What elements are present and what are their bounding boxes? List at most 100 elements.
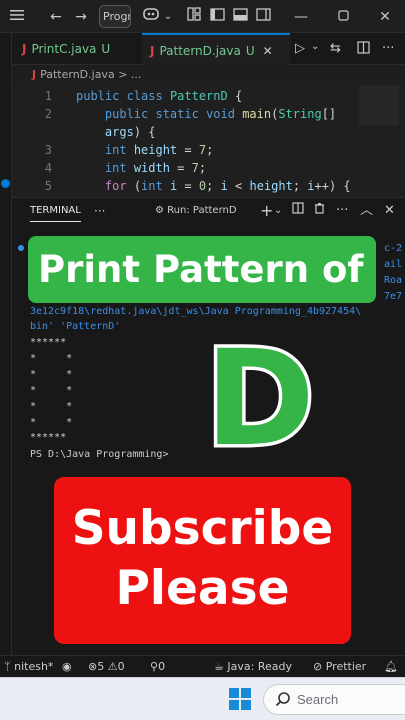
command-decoration-icon xyxy=(18,245,24,251)
taskbar-search[interactable]: Search xyxy=(263,684,405,715)
code-token: i xyxy=(307,179,315,193)
prettier-status[interactable]: ⊘ Prettier xyxy=(313,656,366,677)
title-banner: Print Pattern of xyxy=(28,236,376,303)
code-token: int xyxy=(104,161,134,175)
windows-taskbar: Search xyxy=(0,677,405,720)
code-line: 4 int width = 7; xyxy=(12,159,392,177)
command-center[interactable]: Progr xyxy=(99,5,131,28)
terminal-line: ****** xyxy=(30,337,67,348)
more-actions-icon[interactable]: ··· xyxy=(336,198,348,224)
terminal-line: * * xyxy=(30,401,73,412)
tab-printc[interactable]: J PrintC.java U xyxy=(22,33,138,65)
new-terminal-icon[interactable]: + xyxy=(260,198,273,224)
java-cup-icon: ☕ xyxy=(214,660,224,673)
code-token: < xyxy=(227,179,250,193)
trash-icon[interactable] xyxy=(314,198,325,224)
more-actions-icon[interactable]: ··· xyxy=(382,41,394,56)
error-count: 5 xyxy=(97,660,105,673)
subscribe-banner: Subscribe Please xyxy=(54,477,351,644)
code-token: height xyxy=(133,143,178,157)
chevron-down-icon[interactable]: ⌄ xyxy=(157,6,179,28)
code-token: { xyxy=(227,89,243,103)
windows-start-icon[interactable] xyxy=(229,688,251,710)
code-token: main xyxy=(242,107,272,121)
sidebar-icon[interactable] xyxy=(206,6,228,28)
letter-d-graphic: D xyxy=(205,328,315,458)
terminal-text-fragment: 7e7 xyxy=(383,291,402,302)
secondary-sidebar-icon[interactable] xyxy=(252,6,274,28)
terminal-line: * * xyxy=(30,385,73,396)
code-text: for (int i = 0; i < height; i++) { xyxy=(76,177,351,195)
debug-icon: ⚙ xyxy=(155,205,164,216)
code-line: 5 for (int i = 0; i < height; i++) { xyxy=(12,177,392,195)
code-token: ; xyxy=(292,179,308,193)
terminal-line: 3e12c9f18\redhat.java\jdt_ws\Java Progra… xyxy=(30,306,362,317)
terminal-line: * * xyxy=(30,353,73,364)
split-terminal-icon[interactable] xyxy=(292,198,304,224)
java-file-icon: J xyxy=(32,68,37,81)
code-token: for xyxy=(104,179,134,193)
terminal-text-fragment: Roa xyxy=(383,275,402,286)
run-icon[interactable]: ▷ xyxy=(295,41,305,56)
branch-status[interactable]: ᛘ nitesh* xyxy=(4,656,53,677)
panel-icon[interactable] xyxy=(229,6,251,28)
terminal-line: ****** xyxy=(30,432,67,443)
code-token: ; xyxy=(206,179,221,193)
split-editor-icon[interactable] xyxy=(357,41,370,58)
sync-icon[interactable]: ◉ xyxy=(62,656,72,677)
code-token: ; xyxy=(198,161,207,175)
tab-label: PatternD.java xyxy=(159,44,241,58)
maximize-panel-icon[interactable]: ︿ xyxy=(360,198,373,224)
code-line: 2 public static void main(String[] xyxy=(12,105,392,123)
minimize-icon[interactable]: — xyxy=(290,6,312,28)
title-bar: ← → Progr ⌄ — ✕ xyxy=(0,0,405,33)
code-token: class xyxy=(126,89,170,103)
please-text: Please xyxy=(115,561,290,616)
terminal-selector[interactable]: ⚙ Run: PatternD xyxy=(155,198,237,224)
ports-status[interactable]: ⚲0 xyxy=(150,656,165,677)
java-file-icon: J xyxy=(150,44,155,58)
code-token: String xyxy=(278,107,322,121)
close-panel-icon[interactable]: ✕ xyxy=(384,198,395,224)
code-text: public class PatternD { xyxy=(76,87,242,105)
compare-icon[interactable]: ⇆ xyxy=(330,41,341,56)
breadcrumb-more[interactable]: ... xyxy=(131,68,142,81)
breadcrumb-separator: > xyxy=(118,68,128,81)
ports-count: 0 xyxy=(158,660,166,673)
editor-tabs: J PrintC.java U J PatternD.java U ✕ ▷ ⌄ ⇆ ··· xyxy=(12,33,405,65)
menu-icon[interactable] xyxy=(6,6,28,28)
restore-icon[interactable] xyxy=(332,6,354,28)
tab-terminal[interactable]: TERMINAL xyxy=(30,198,81,222)
terminal-line: * * xyxy=(30,417,73,428)
code-token: width xyxy=(133,161,170,175)
notifications-bell-icon[interactable]: 🔔︎ xyxy=(384,656,398,677)
code-text: args) { xyxy=(76,123,156,141)
code-token: ++) { xyxy=(314,179,351,193)
code-token: [] xyxy=(321,107,337,121)
code-token: public xyxy=(104,107,156,121)
code-text: int height = 7; xyxy=(76,141,213,159)
terminal-dropdown-chevron-icon[interactable]: ⌄ xyxy=(274,198,282,224)
prettier-icon: ⊘ xyxy=(313,660,323,673)
run-dropdown-chevron-icon[interactable]: ⌄ xyxy=(311,41,319,52)
breadcrumb: J PatternD.java > ... xyxy=(12,65,405,85)
close-tab-icon[interactable]: ✕ xyxy=(263,44,273,58)
code-token: 7 xyxy=(198,143,207,157)
back-arrow-icon[interactable]: ← xyxy=(45,6,67,28)
activity-bar xyxy=(0,33,12,655)
untracked-badge: U xyxy=(101,42,111,56)
search-placeholder: Search xyxy=(297,692,339,707)
code-editor[interactable]: 1 public class PatternD {2 public static … xyxy=(12,85,405,197)
breadcrumb-file[interactable]: PatternD.java xyxy=(40,68,115,81)
problems-status[interactable]: ⊗5 ⚠0 xyxy=(88,656,125,677)
panel-more-icon[interactable]: ··· xyxy=(94,198,105,224)
close-icon[interactable]: ✕ xyxy=(374,6,396,28)
tab-patternd[interactable]: J PatternD.java U ✕ xyxy=(142,33,290,65)
code-token: ( xyxy=(133,179,142,193)
java-status[interactable]: ☕ Java: Ready xyxy=(214,656,292,677)
layout-icon[interactable] xyxy=(183,6,205,28)
forward-arrow-icon[interactable]: → xyxy=(70,6,92,28)
